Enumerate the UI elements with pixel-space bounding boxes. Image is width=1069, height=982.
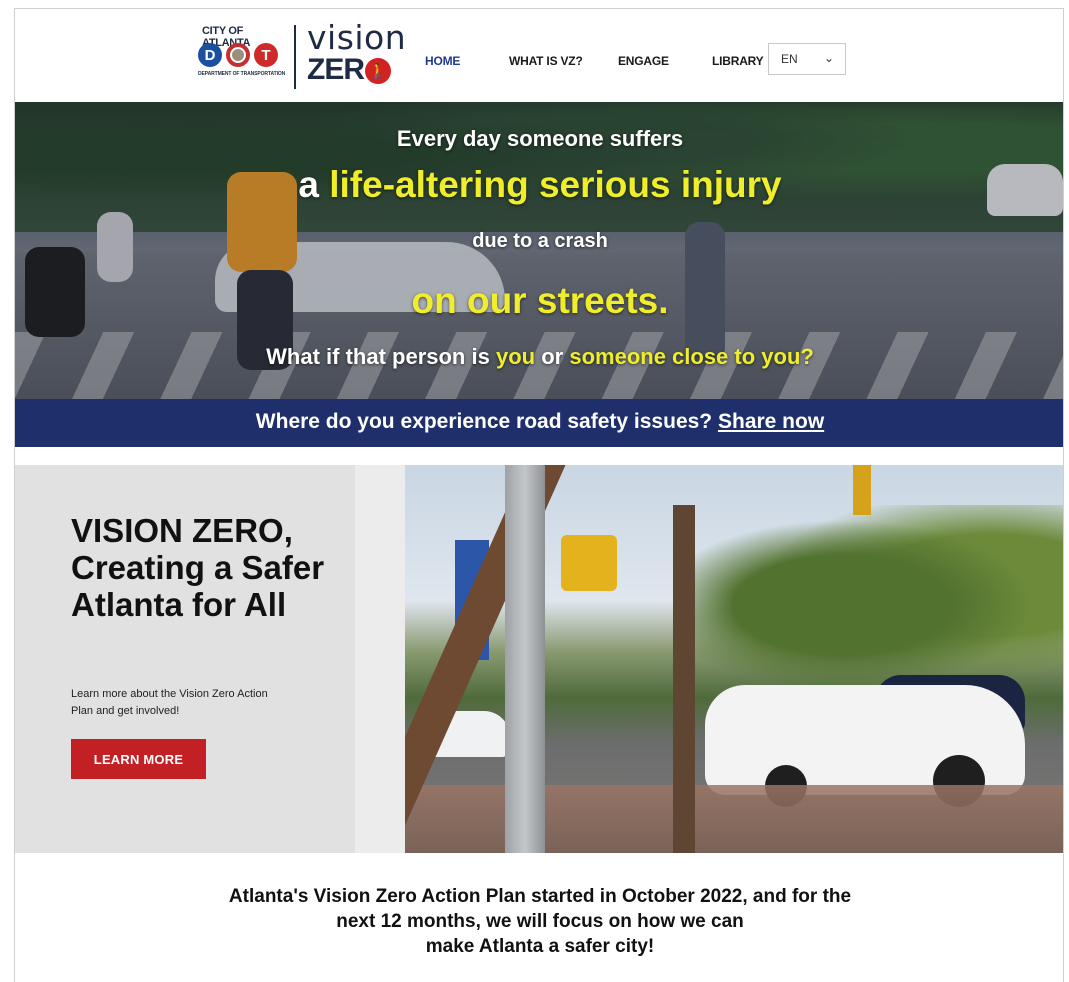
share-now-link[interactable]: Share now (718, 410, 824, 433)
department-text: DEPARTMENT OF TRANSPORTATION (198, 71, 286, 77)
photo-metal-pole (505, 465, 545, 853)
photo-trees (695, 505, 1063, 705)
share-banner-text: Where do you experience road safety issu… (256, 410, 824, 434)
share-banner: Where do you experience road safety issu… (15, 399, 1063, 447)
intro-line-1: Atlanta's Vision Zero Action Plan starte… (228, 886, 852, 907)
language-select[interactable]: EN ⌄ (768, 43, 846, 75)
nav-library[interactable]: LIBRARY (712, 54, 764, 68)
crash-scene-photo (405, 465, 1063, 853)
photo-wood-pole (673, 505, 695, 853)
hero-line-2-prefix: a (298, 164, 319, 205)
nav-home[interactable]: HOME (425, 54, 460, 68)
photo-traffic-signal-top (853, 465, 871, 515)
vision-zero-heading: VISION ZERO, Creating a Safer Atlanta fo… (71, 512, 341, 624)
vision-zero-logo[interactable]: vision ZER 🚶 (307, 21, 406, 89)
heading-line-3: Atlanta for All (71, 585, 287, 623)
hero-line-5-or: or (541, 344, 564, 369)
hero-banner: Every day someone suffers a life-alterin… (15, 102, 1063, 399)
nav-what-is-vz[interactable]: WHAT IS VZ? (509, 54, 583, 68)
chevron-down-icon: ⌄ (824, 51, 835, 65)
photo-sidewalk (405, 785, 1063, 853)
vision-zero-logo-bottom: ZER (307, 53, 365, 86)
nav-engage[interactable]: ENGAGE (618, 54, 669, 68)
heading-line-2: Creating a Safer (71, 548, 325, 586)
dot-logo-circles: D T (198, 43, 278, 67)
logo-divider (294, 25, 296, 89)
atlanta-dot-logo[interactable]: CITY OF ATLANTA D T DEPARTMENT OF TRANSP… (198, 23, 290, 91)
city-seal-icon (226, 43, 250, 67)
hero-line-5: What if that person is you or someone cl… (15, 344, 1063, 370)
dot-d-icon: D (198, 43, 222, 67)
share-question: Where do you experience road safety issu… (255, 410, 713, 433)
learn-more-button[interactable]: LEARN MORE (71, 739, 206, 779)
hero-line-3: due to a crash (472, 230, 608, 252)
action-plan-intro: Atlanta's Vision Zero Action Plan starte… (15, 884, 1063, 959)
dot-t-icon: T (254, 43, 278, 67)
hero-line-2-highlight: life-altering serious injury (329, 164, 782, 205)
vision-zero-panel: VISION ZERO, Creating a Safer Atlanta fo… (15, 465, 355, 853)
hero-line-1: Every day someone suffers (396, 126, 684, 151)
language-value: EN (781, 52, 798, 66)
vision-zero-logo-top: vision (307, 18, 407, 57)
hero-line-5-you: you (495, 344, 536, 369)
vision-zero-section: VISION ZERO, Creating a Safer Atlanta fo… (15, 465, 1063, 853)
hero-line-5-someone: someone close to you? (569, 344, 814, 369)
heading-line-1: VISION ZERO, (71, 512, 293, 549)
intro-line-2: next 12 months, we will focus on how we … (336, 911, 744, 933)
hero-line-4: on our streets. (411, 280, 669, 321)
panel-spacer (355, 465, 405, 853)
photo-traffic-signal (561, 535, 617, 591)
hero-line-5-prefix: What if that person is (266, 344, 490, 369)
pedestrian-icon: 🚶 (365, 58, 391, 84)
vision-zero-description: Learn more about the Vision Zero Action … (71, 688, 268, 718)
site-header: CITY OF ATLANTA D T DEPARTMENT OF TRANSP… (15, 9, 1063, 102)
intro-line-3: make Atlanta a safer city! (425, 936, 655, 958)
page-frame: CITY OF ATLANTA D T DEPARTMENT OF TRANSP… (14, 8, 1064, 982)
hero-line-2: a life-altering serious injury (15, 164, 1063, 206)
